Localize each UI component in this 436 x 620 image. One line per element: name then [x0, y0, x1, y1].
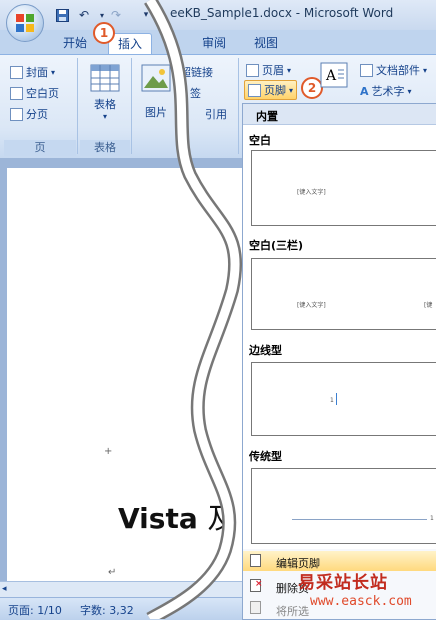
office-logo-icon [16, 14, 34, 32]
wave-cut-divider [144, 0, 243, 619]
watermark-text: 易采站长站 [298, 573, 388, 593]
office-button[interactable] [6, 4, 44, 42]
watermark-url: www.easck.com [310, 594, 412, 609]
